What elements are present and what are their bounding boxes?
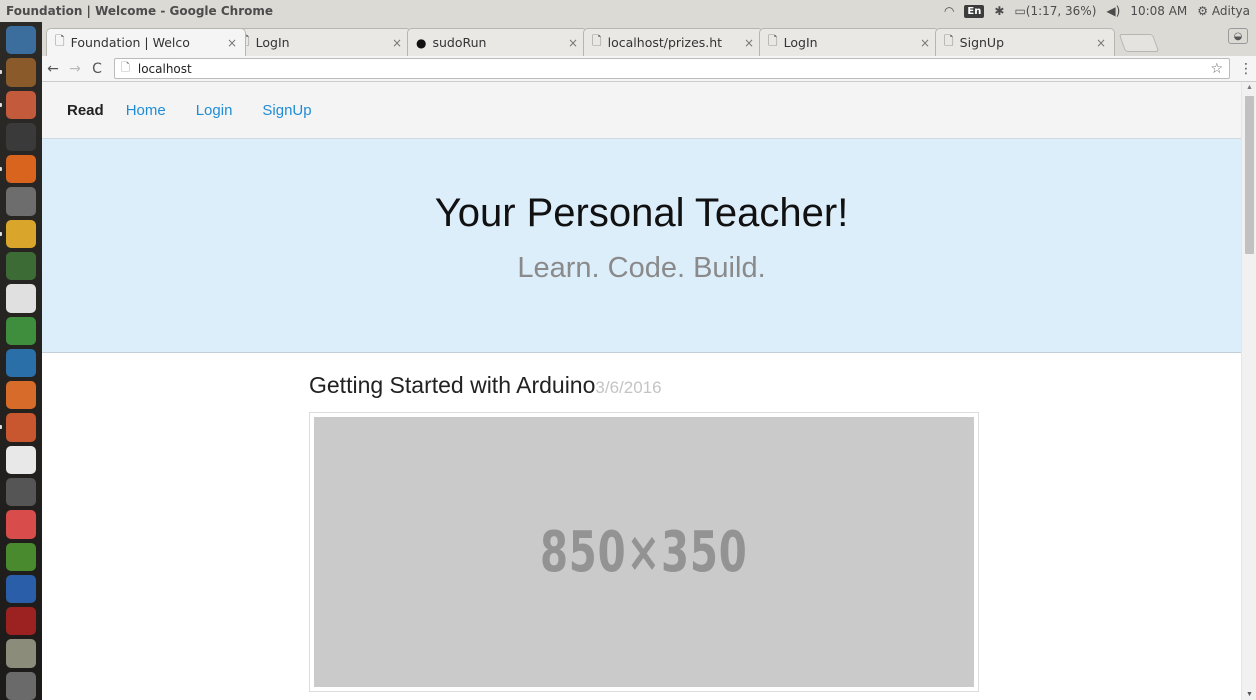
system-tray: ◠ En ✱ ▭(1:17, 36%) ◀) 10:08 AM ⚙ Aditya <box>944 4 1256 18</box>
hero-title: Your Personal Teacher! <box>434 191 849 235</box>
wifi-icon[interactable]: ◠ <box>944 4 954 18</box>
site-nav: Read Home Login SignUp <box>42 82 1241 138</box>
post-image[interactable]: 850×350 <box>309 412 979 692</box>
user-menu[interactable]: ⚙ Aditya <box>1197 4 1250 18</box>
image-placeholder: 850×350 <box>314 417 974 687</box>
battery-icon: ▭ <box>1014 4 1026 18</box>
user-name: Aditya <box>1211 4 1250 18</box>
running-indicator <box>0 167 2 172</box>
launcher-terminal-icon[interactable] <box>6 122 36 152</box>
tab-label: sudoRun <box>432 35 487 50</box>
tab-label: SignUp <box>959 35 1005 50</box>
nav-link-home[interactable]: Home <box>126 102 166 119</box>
scroll-up-arrow-icon[interactable]: ▲ <box>1246 84 1253 91</box>
close-icon[interactable]: × <box>920 36 930 50</box>
bluetooth-icon[interactable]: ✱ <box>994 4 1004 18</box>
tab-label: LogIn <box>783 35 818 50</box>
page-info-icon[interactable]: 🗋 <box>121 59 130 78</box>
page-icon: 🗋 <box>592 34 602 48</box>
volume-icon[interactable]: ◀) <box>1106 4 1120 18</box>
running-indicator <box>0 70 2 75</box>
hero-banner: Your Personal Teacher! Learn. Code. Buil… <box>42 138 1241 353</box>
hero-subtitle: Learn. Code. Build. <box>517 252 766 284</box>
launcher-sublime-text-icon[interactable] <box>0 58 36 87</box>
vertical-scrollbar[interactable]: ▲ ▼ <box>1241 82 1256 700</box>
keyboard-layout-indicator[interactable]: En <box>964 4 985 18</box>
post-card: Getting Started with Arduino3/6/2016 850… <box>309 372 979 692</box>
page-icon: 🗋 <box>55 34 65 48</box>
launcher-system-settings-icon[interactable] <box>6 477 36 507</box>
close-icon[interactable]: × <box>744 36 754 50</box>
launcher-dash-home-icon[interactable] <box>6 26 36 55</box>
system-top-bar: Foundation | Welcome - Google Chrome ◠ E… <box>0 0 1256 22</box>
launcher-libreoffice-calc-icon[interactable] <box>6 316 36 345</box>
scrollbar-thumb[interactable] <box>1245 96 1254 254</box>
window-title: Foundation | Welcome - Google Chrome <box>6 4 274 18</box>
close-icon[interactable]: × <box>568 36 578 50</box>
scroll-down-arrow-icon[interactable]: ▼ <box>1246 691 1253 698</box>
launcher-files-icon[interactable] <box>0 90 36 119</box>
launcher-disk-app-icon[interactable] <box>6 510 36 539</box>
new-tab-button[interactable] <box>1118 34 1160 52</box>
launcher-amazon-icon[interactable] <box>6 445 36 474</box>
post-date: 3/6/2016 <box>595 378 662 397</box>
profile-button[interactable]: ◒ <box>1228 28 1248 44</box>
placeholder-size-text: 850×350 <box>540 519 748 585</box>
person-icon: ◒ <box>1233 30 1243 42</box>
page-icon: 🗋 <box>768 34 778 48</box>
launcher-battery-app-icon[interactable] <box>6 542 36 571</box>
page-viewport: Read Home Login SignUp Your Personal Tea… <box>42 82 1256 700</box>
github-icon: ● <box>416 35 427 50</box>
nav-link-signup[interactable]: SignUp <box>262 102 311 119</box>
battery-indicator[interactable]: ▭(1:17, 36%) <box>1014 4 1096 18</box>
gear-icon: ⚙ <box>1197 4 1209 18</box>
address-bar[interactable]: 🗋 localhost ☆ <box>114 58 1230 79</box>
launcher-software-center-icon[interactable] <box>6 381 36 410</box>
tab-sudorun[interactable]: ● sudoRun × <box>407 28 587 56</box>
tab-login[interactable]: 🗋 LogIn × <box>231 28 411 56</box>
browser-toolbar: ← → C 🗋 localhost ☆ ⋮ <box>42 56 1256 82</box>
tab-label: LogIn <box>255 35 290 50</box>
chrome-window: 🗋 Foundation | Welco × 🗋 LogIn × ● sudoR… <box>42 22 1256 700</box>
post-heading: Getting Started with Arduino3/6/2016 <box>309 372 979 399</box>
close-icon[interactable]: × <box>392 36 402 50</box>
launcher-firefox-icon[interactable] <box>0 155 36 184</box>
site-brand[interactable]: Read <box>67 102 104 119</box>
tab-label: Foundation | Welco <box>70 35 190 50</box>
chrome-menu-button[interactable]: ⋮ <box>1236 61 1256 77</box>
launcher-document-icon[interactable] <box>6 284 36 313</box>
launcher-bluetooth-icon[interactable] <box>6 574 36 604</box>
close-icon[interactable]: × <box>1096 36 1106 50</box>
launcher-libreoffice-impress-icon[interactable] <box>6 348 36 378</box>
bookmark-star-icon[interactable]: ☆ <box>1210 61 1223 77</box>
tab-foundation[interactable]: 🗋 Foundation | Welco × <box>46 28 246 56</box>
running-indicator <box>0 102 2 107</box>
launcher-text-editor-icon[interactable] <box>6 187 36 216</box>
tab-label: localhost/prizes.ht <box>607 35 723 50</box>
tab-prizes[interactable]: 🗋 localhost/prizes.ht × <box>583 28 763 56</box>
reload-button[interactable]: C <box>86 61 108 77</box>
post-title[interactable]: Getting Started with Arduino <box>309 372 595 398</box>
unity-launcher <box>0 22 42 700</box>
launcher-trash-icon[interactable] <box>6 671 36 700</box>
forward-button[interactable]: → <box>64 61 86 77</box>
tab-strip: 🗋 Foundation | Welco × 🗋 LogIn × ● sudoR… <box>42 22 1256 56</box>
battery-status: (1:17, 36%) <box>1025 4 1097 18</box>
launcher-monitor-app-icon[interactable] <box>6 607 36 636</box>
close-icon[interactable]: × <box>227 36 237 50</box>
clock[interactable]: 10:08 AM <box>1130 4 1187 18</box>
running-indicator <box>0 231 2 236</box>
launcher-libreoffice-writer-icon[interactable] <box>0 413 36 442</box>
tab-login-2[interactable]: 🗋 LogIn × <box>759 28 939 56</box>
tab-signup[interactable]: 🗋 SignUp × <box>935 28 1115 56</box>
launcher-vim-icon[interactable] <box>6 251 36 281</box>
url-text: localhost <box>137 61 192 76</box>
nav-link-login[interactable]: Login <box>196 102 233 119</box>
launcher-drive-icon[interactable] <box>6 639 36 668</box>
launcher-chrome-icon[interactable] <box>0 219 36 248</box>
back-button[interactable]: ← <box>42 61 64 77</box>
running-indicator <box>0 425 2 430</box>
page-icon: 🗋 <box>944 34 954 48</box>
